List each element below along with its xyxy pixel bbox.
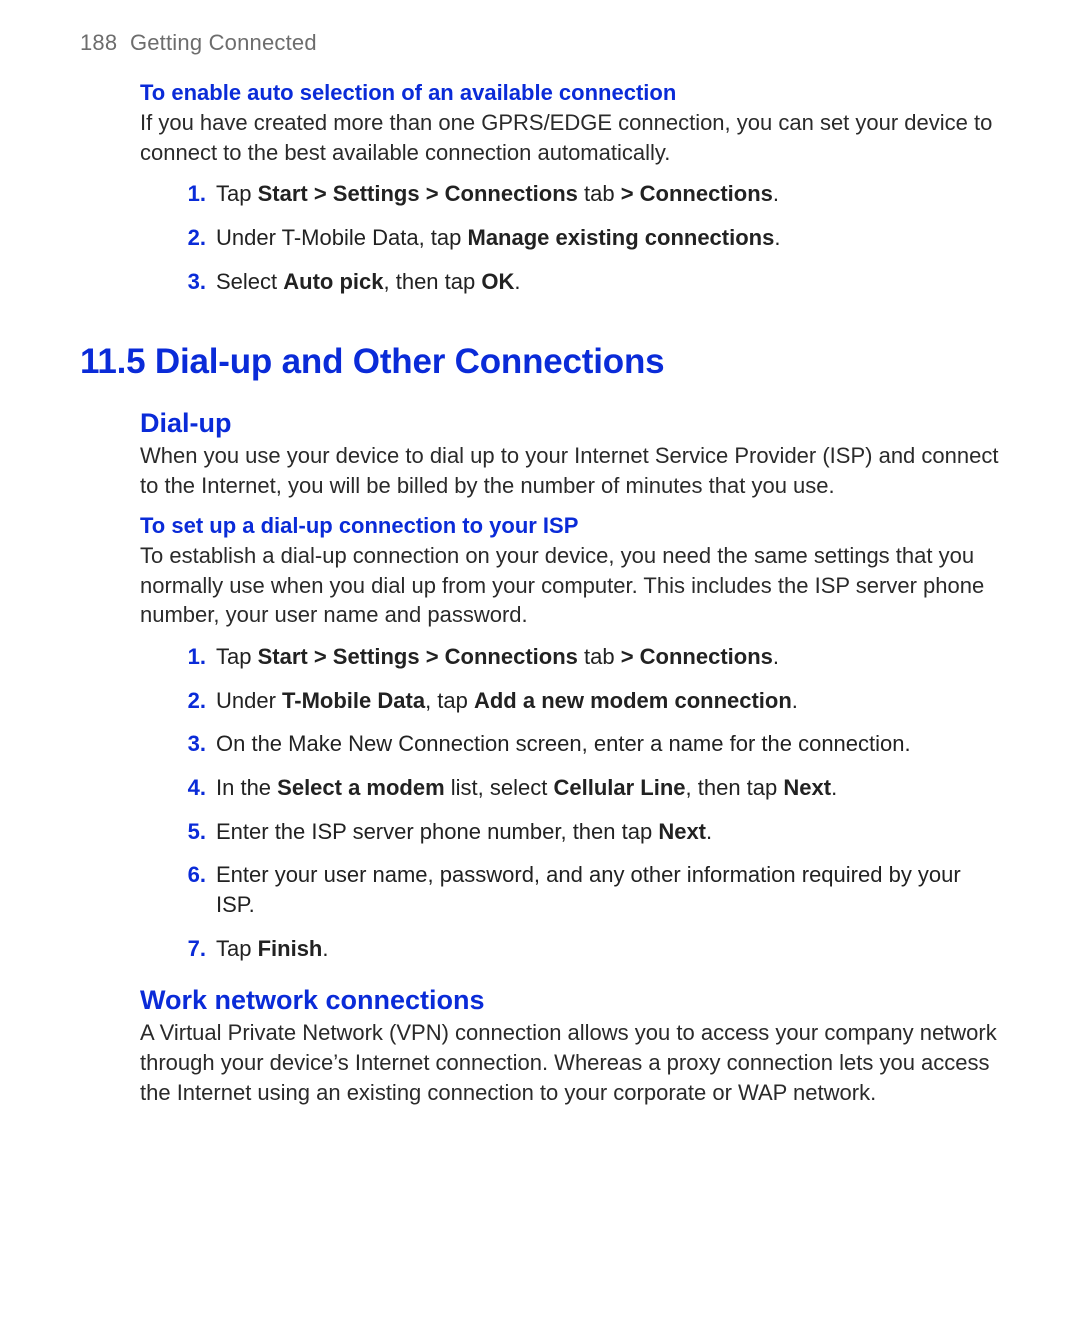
list-item-number: 1. <box>176 642 206 672</box>
bold-text: OK <box>481 269 514 294</box>
bold-text: Cellular Line <box>553 775 685 800</box>
running-header: 188 Getting Connected <box>80 30 1010 56</box>
bold-text: Add a new modem connection <box>474 688 792 713</box>
list-item: 3. Select Auto pick, then tap OK. <box>176 267 1000 297</box>
list-item: 1. Tap Start > Settings > Connections tab… <box>176 179 1000 209</box>
list-item-text: Tap Start > Settings > Connections tab >… <box>216 179 1000 209</box>
section-dialup: When you use your device to dial up to y… <box>140 441 1000 963</box>
sub-heading-work-network: Work network connections <box>140 985 1010 1016</box>
ordered-list: 1. Tap Start > Settings > Connections tab… <box>176 642 1000 964</box>
paragraph: To establish a dial-up connection on you… <box>140 541 1000 630</box>
bold-text: Start > Settings > Connections <box>258 181 578 206</box>
bold-text: > Connections <box>621 644 773 669</box>
list-item-number: 1. <box>176 179 206 209</box>
list-item-text: Tap Start > Settings > Connections tab >… <box>216 642 1000 672</box>
section-heading-11-5: 11.5 Dial-up and Other Connections <box>80 342 1010 382</box>
list-item-number: 3. <box>176 729 206 759</box>
section-work-network: A Virtual Private Network (VPN) connecti… <box>140 1018 1000 1107</box>
sub-heading-dialup: Dial-up <box>140 408 1010 439</box>
list-item-text: Enter the ISP server phone number, then … <box>216 817 1000 847</box>
bold-text: Finish <box>258 936 323 961</box>
bold-text: T-Mobile Data <box>282 688 425 713</box>
list-item-number: 2. <box>176 686 206 716</box>
list-item-text: Select Auto pick, then tap OK. <box>216 267 1000 297</box>
list-item: 2. Under T-Mobile Data, tap Manage existi… <box>176 223 1000 253</box>
list-item-number: 4. <box>176 773 206 803</box>
bold-text: Next <box>658 819 706 844</box>
list-item: 3. On the Make New Connection screen, ent… <box>176 729 1000 759</box>
list-item-number: 2. <box>176 223 206 253</box>
paragraph: If you have created more than one GPRS/E… <box>140 108 1000 167</box>
ordered-list: 1. Tap Start > Settings > Connections tab… <box>176 179 1000 296</box>
list-item-number: 7. <box>176 934 206 964</box>
list-item-text: On the Make New Connection screen, enter… <box>216 729 1000 759</box>
list-item-text: In the Select a modem list, select Cellu… <box>216 773 1000 803</box>
list-item-number: 5. <box>176 817 206 847</box>
list-item: 7. Tap Finish. <box>176 934 1000 964</box>
list-item: 5. Enter the ISP server phone number, the… <box>176 817 1000 847</box>
bold-text: Start > Settings > Connections <box>258 644 578 669</box>
document-page: 188 Getting Connected To enable auto sel… <box>0 0 1080 1179</box>
page-number: 188 <box>80 30 117 55</box>
list-item-number: 6. <box>176 860 206 919</box>
chapter-title: Getting Connected <box>130 30 317 55</box>
list-item: 6.Enter your user name, password, and an… <box>176 860 1000 919</box>
list-item: 4. In the Select a modem list, select Cel… <box>176 773 1000 803</box>
bold-text: Auto pick <box>283 269 383 294</box>
paragraph: When you use your device to dial up to y… <box>140 441 1000 500</box>
bold-text: Manage existing connections <box>468 225 775 250</box>
list-item-text: Under T-Mobile Data, tap Manage existing… <box>216 223 1000 253</box>
sub-heading: To set up a dial-up connection to your I… <box>140 513 1000 539</box>
sub-heading: To enable auto selection of an available… <box>140 80 1000 106</box>
paragraph: A Virtual Private Network (VPN) connecti… <box>140 1018 1000 1107</box>
list-item-number: 3. <box>176 267 206 297</box>
bold-text: Select a modem <box>277 775 445 800</box>
bold-text: Next <box>783 775 831 800</box>
list-item-text: Enter your user name, password, and any … <box>216 860 1000 919</box>
bold-text: > Connections <box>621 181 773 206</box>
list-item-text: Tap Finish. <box>216 934 1000 964</box>
list-item: 2. Under T-Mobile Data, tap Add a new mod… <box>176 686 1000 716</box>
list-item: 1. Tap Start > Settings > Connections tab… <box>176 642 1000 672</box>
list-item-text: Under T-Mobile Data, tap Add a new modem… <box>216 686 1000 716</box>
section-auto-selection: To enable auto selection of an available… <box>140 80 1000 296</box>
